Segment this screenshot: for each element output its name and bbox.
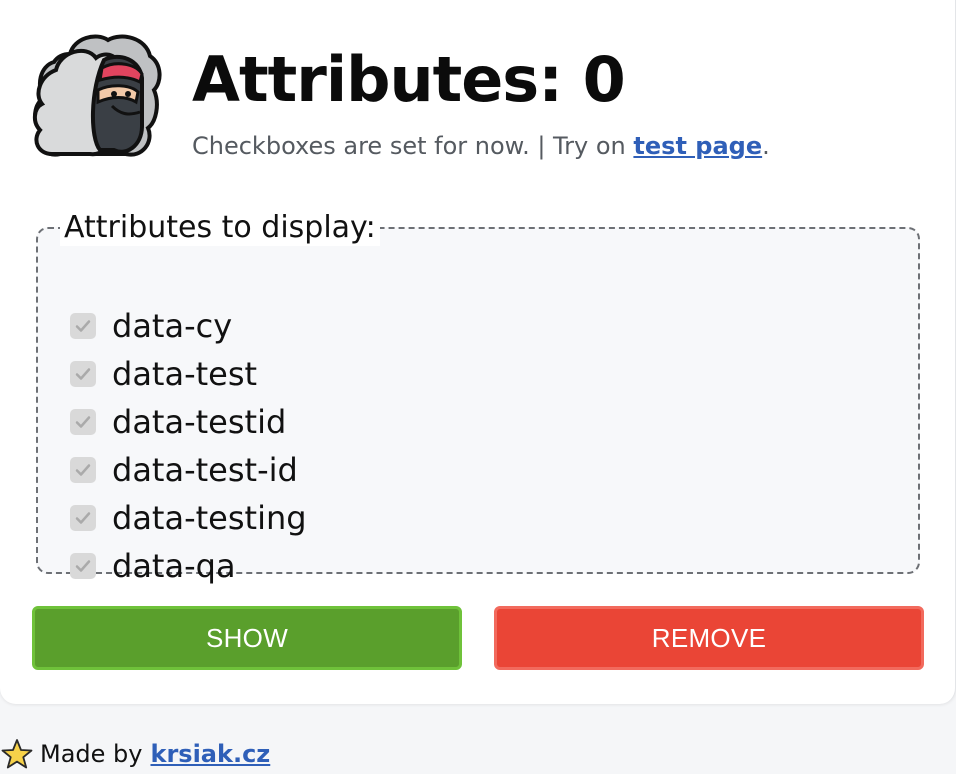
attribute-item: data-qa xyxy=(70,542,307,590)
attribute-checkbox[interactable] xyxy=(70,313,96,339)
attributes-legend: Attributes to display: xyxy=(60,210,380,246)
attribute-label: data-cy xyxy=(112,307,233,345)
attribute-checkbox[interactable] xyxy=(70,553,96,579)
subtitle: Checkboxes are set for now. | Try on tes… xyxy=(192,128,770,164)
attribute-checkbox[interactable] xyxy=(70,457,96,483)
attribute-checkbox[interactable] xyxy=(70,361,96,387)
attribute-label: data-test-id xyxy=(112,451,298,489)
attribute-item: data-testing xyxy=(70,494,307,542)
page-title: Attributes: 0 xyxy=(192,40,626,120)
attribute-label: data-qa xyxy=(112,547,236,585)
remove-button[interactable]: REMOVE xyxy=(494,606,924,670)
test-page-link[interactable]: test page xyxy=(633,132,762,160)
attribute-label: data-test xyxy=(112,355,258,393)
made-by-text: Made by xyxy=(40,740,143,768)
attribute-label: data-testing xyxy=(112,499,307,537)
title-prefix: Attributes: xyxy=(192,43,563,116)
attributes-list: data-cy data-test data-testid data-test-… xyxy=(70,302,307,590)
star-icon xyxy=(1,739,33,769)
ninja-logo-icon xyxy=(33,34,162,157)
checkmark-icon xyxy=(75,320,91,332)
footer: Made by krsiak.cz xyxy=(0,734,270,774)
checkmark-icon xyxy=(75,368,91,380)
attribute-item: data-test-id xyxy=(70,446,307,494)
show-button[interactable]: SHOW xyxy=(32,606,462,670)
checkmark-icon xyxy=(75,464,91,476)
attribute-label: data-testid xyxy=(112,403,287,441)
checkmark-icon xyxy=(75,416,91,428)
popup-card: Attributes: 0 Checkboxes are set for now… xyxy=(0,0,956,704)
subtitle-end: . xyxy=(762,132,770,160)
attribute-item: data-cy xyxy=(70,302,307,350)
checkmark-icon xyxy=(75,560,91,572)
attribute-checkbox[interactable] xyxy=(70,505,96,531)
attribute-item: data-testid xyxy=(70,398,307,446)
attribute-checkbox[interactable] xyxy=(70,409,96,435)
subtitle-text: Checkboxes are set for now. | Try on xyxy=(192,132,634,160)
attribute-item: data-test xyxy=(70,350,307,398)
checkmark-icon xyxy=(75,512,91,524)
author-link[interactable]: krsiak.cz xyxy=(150,740,270,768)
attributes-fieldset: Attributes to display: data-cy data-test… xyxy=(36,210,920,585)
attribute-count: 0 xyxy=(582,43,626,116)
